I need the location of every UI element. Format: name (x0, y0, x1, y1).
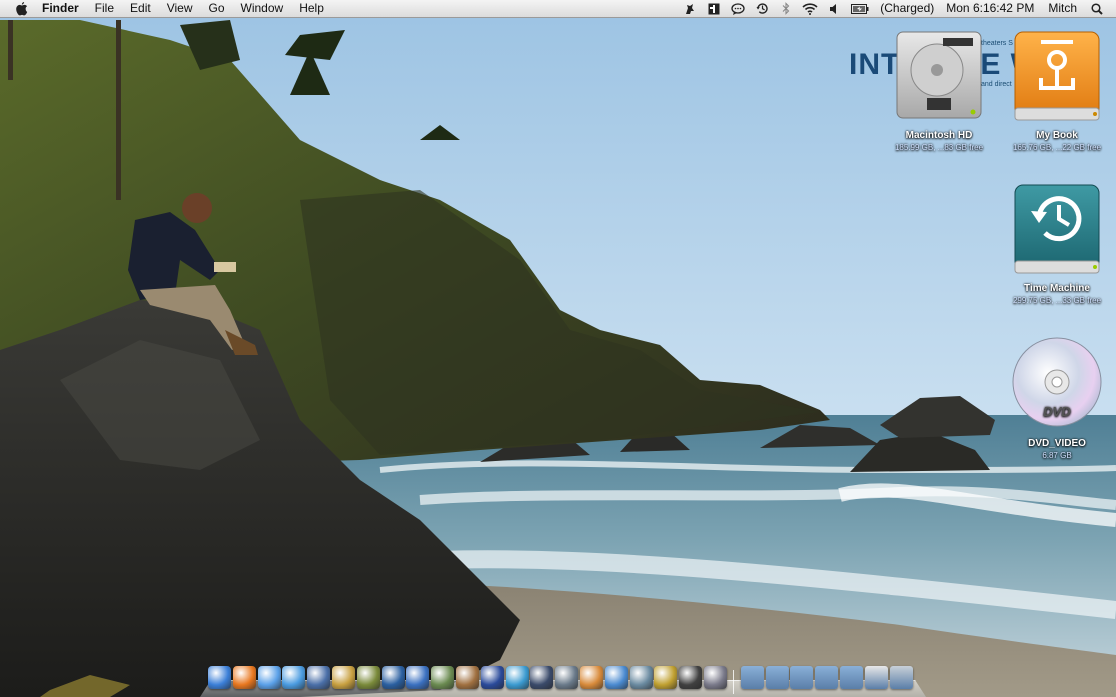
mplayer-icon[interactable] (654, 666, 678, 689)
applications-stack-icon[interactable] (840, 666, 863, 689)
desktop-icon-info: 185.99 GB, ...83 GB free (894, 143, 984, 152)
wifi-icon[interactable] (801, 0, 819, 17)
menu-bar: Finder File Edit View Go Window Help (Ch… (0, 0, 1116, 18)
safari-icon[interactable] (406, 666, 430, 689)
system-preferences-icon[interactable] (704, 666, 727, 689)
file-menu[interactable]: File (87, 0, 122, 17)
dock-separator (732, 670, 734, 694)
applications-folder-icon[interactable] (740, 666, 764, 689)
desktop-icon-info: 299.75 GB, ...33 GB free (1012, 296, 1102, 305)
battery-icon[interactable] (849, 0, 871, 17)
finder-icon[interactable] (208, 666, 231, 689)
iphoto-icon[interactable] (456, 666, 479, 689)
help-menu[interactable]: Help (291, 0, 332, 17)
svg-text:DVD: DVD (1043, 404, 1071, 419)
desktop-icon-macintosh-hd[interactable]: Macintosh HD 185.99 GB, ...83 GB free (879, 28, 999, 154)
photoshop-icon[interactable] (332, 666, 355, 689)
bluetooth-icon[interactable] (777, 0, 795, 17)
preview-icon[interactable] (307, 666, 331, 689)
go-menu[interactable]: Go (201, 0, 233, 17)
cyberduck-icon[interactable] (480, 666, 504, 689)
guitar-icon[interactable] (555, 666, 579, 689)
finder-menu[interactable]: Finder (32, 0, 87, 17)
chess-icon[interactable] (679, 666, 703, 689)
desktop-icon-label: DVD_VIDEO (1028, 438, 1086, 449)
imovie-icon[interactable] (381, 666, 405, 689)
desktop-icon-dvd-video[interactable]: DVD DVD_VIDEO 6.87 GB (997, 336, 1116, 462)
document-icon[interactable] (864, 666, 888, 689)
time-machine-icon[interactable] (753, 0, 771, 17)
window-menu[interactable]: Window (233, 0, 292, 17)
desktop-icon-my-book[interactable]: My Book 165.76 GB, ...22 GB free (997, 28, 1116, 154)
time-machine-drive-icon (1014, 184, 1100, 274)
ichat-icon[interactable] (729, 0, 747, 17)
input-menu-icon[interactable] (705, 0, 723, 17)
view-menu[interactable]: View (159, 0, 201, 17)
camino-icon[interactable] (431, 666, 455, 689)
hard-drive-icon (896, 31, 982, 119)
dvd-disc-icon: DVD (1012, 337, 1102, 427)
desktop-icon-time-machine[interactable]: Time Machine 299.75 GB, ...33 GB free (997, 181, 1116, 307)
dock (200, 662, 926, 697)
firewire-drive-icon (1014, 31, 1100, 121)
desktop-icon-info: 6.87 GB (1042, 451, 1072, 460)
apple-menu-icon[interactable] (12, 1, 32, 16)
downloads-folder-icon[interactable] (790, 666, 814, 689)
user-menu[interactable]: Mitch (1040, 0, 1085, 17)
firefox-icon[interactable] (232, 666, 256, 689)
edit-menu[interactable]: Edit (122, 0, 159, 17)
volume-icon[interactable] (825, 0, 843, 17)
textwrangler-icon[interactable] (356, 666, 380, 689)
itunes-icon[interactable] (257, 666, 281, 689)
desktop-icon-info: 165.76 GB, ...22 GB free (1012, 143, 1102, 152)
keynote-icon[interactable] (580, 666, 603, 689)
trash-icon[interactable] (889, 666, 913, 689)
dashboard-icon[interactable] (530, 666, 554, 689)
spotlight-icon[interactable] (1088, 0, 1106, 17)
menu-clock[interactable]: Mon 6:16:42 PM (940, 0, 1040, 17)
backup-icon[interactable] (629, 666, 653, 689)
pictures-folder-icon[interactable] (815, 666, 839, 689)
desktop-icon-label: My Book (1036, 130, 1078, 141)
battery-status[interactable]: (Charged) (874, 0, 940, 17)
desktop-icon-label: Macintosh HD (905, 130, 973, 141)
pages-icon[interactable] (604, 666, 628, 689)
ichat-icon[interactable] (282, 666, 306, 689)
network-icon[interactable] (505, 666, 529, 689)
growl-icon[interactable] (681, 0, 699, 17)
documents-folder-icon[interactable] (765, 666, 789, 689)
desktop-icon-label: Time Machine (1024, 283, 1090, 294)
